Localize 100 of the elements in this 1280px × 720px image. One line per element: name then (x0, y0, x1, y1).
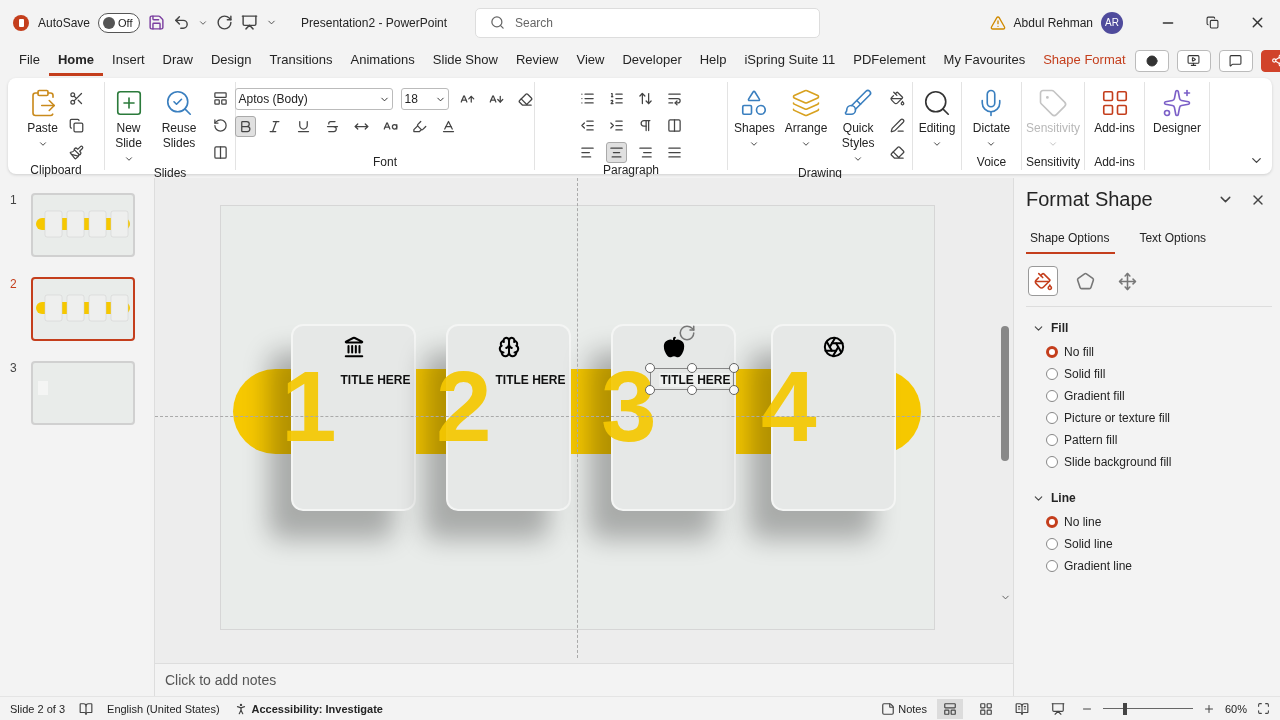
redo-icon[interactable] (216, 14, 234, 32)
radio-button[interactable] (1046, 560, 1058, 573)
designer-icon (1162, 88, 1192, 119)
slide-number: 3 (10, 361, 17, 376)
document-title: Presentation2 - PowerPoint (301, 15, 448, 30)
card-title[interactable]: TITLE HERE (659, 373, 732, 388)
accessibility-status[interactable]: Accessibility: Investigate (251, 702, 383, 715)
undo-icon[interactable] (173, 14, 191, 32)
group-label: Paragraph (602, 163, 659, 178)
menu-tab[interactable]: Review (506, 45, 568, 76)
rotate-handle-icon[interactable] (678, 324, 696, 343)
option-label[interactable]: No line (1064, 515, 1102, 530)
radio-button[interactable] (1046, 368, 1058, 381)
zoom-thumb[interactable] (1122, 702, 1127, 715)
font-name-field[interactable]: Aptos (Body) (234, 88, 393, 111)
group-label: Voice (976, 155, 1007, 170)
option-label[interactable]: No fill (1064, 345, 1094, 360)
comments-button[interactable] (1218, 49, 1253, 72)
section-title[interactable]: Fill (1051, 321, 1069, 336)
search-field[interactable]: Search (475, 7, 820, 38)
app-logo-icon (12, 13, 30, 32)
group-label: Font (373, 155, 397, 170)
option-label[interactable]: Pattern fill (1064, 433, 1118, 448)
bank-icon (342, 336, 365, 359)
save-icon[interactable] (148, 14, 166, 32)
paint-bucket-icon[interactable] (1028, 266, 1058, 297)
fit-slide-icon[interactable] (1257, 702, 1270, 716)
option-label[interactable]: Solid line (1064, 537, 1113, 552)
tag-icon (1038, 88, 1068, 119)
present-button[interactable] (1176, 49, 1211, 72)
option-label[interactable]: Slide background fill (1064, 455, 1172, 470)
head-icon (497, 336, 520, 359)
user-avatar[interactable]: AR (1101, 11, 1123, 34)
option-label[interactable]: Gradient line (1064, 559, 1133, 574)
align-center-icon[interactable] (606, 142, 627, 164)
option-label[interactable]: Gradient fill (1064, 389, 1125, 404)
menu-tab[interactable]: Slide Show (423, 45, 507, 76)
notes-icon[interactable] (881, 701, 896, 716)
menu-tab[interactable]: PDFelement (844, 45, 935, 76)
dictate-button[interactable]: Dictate (970, 86, 1013, 155)
user-name: Abdul Rehman (1013, 15, 1093, 30)
reuse-slides-button[interactable]: Reuse Slides (154, 86, 204, 167)
menu-tab[interactable]: Help (690, 45, 736, 76)
radio-button[interactable] (1046, 516, 1058, 529)
notes-button[interactable]: Notes (898, 702, 927, 715)
menu-tab[interactable]: View (567, 45, 614, 76)
new-slide-button[interactable]: New Slide (109, 86, 149, 167)
record-button[interactable] (1134, 49, 1169, 72)
font-size-field[interactable]: 18 (400, 88, 449, 111)
radio-button[interactable] (1046, 346, 1058, 359)
shapes-button[interactable]: Shapes (732, 86, 777, 167)
zoom-in-icon[interactable] (1202, 702, 1215, 715)
presentation-icon[interactable] (241, 14, 259, 32)
menu-tab[interactable]: Insert (103, 45, 154, 76)
menu-tab[interactable]: File (10, 45, 49, 76)
radio-button[interactable] (1046, 412, 1058, 425)
group-label: Slides (153, 166, 187, 181)
radio-button[interactable] (1046, 390, 1058, 403)
quick-styles-button[interactable]: Quick Styles (835, 86, 881, 167)
add-ins-button[interactable]: Add-ins (1092, 86, 1137, 155)
scrollbar-thumb[interactable] (1001, 326, 1009, 462)
comment-icon (1229, 54, 1243, 68)
pane-tab[interactable]: Text Options (1135, 227, 1213, 255)
paste-button[interactable]: Paste (25, 86, 60, 164)
card-title[interactable]: TITLE HERE (339, 373, 412, 388)
aperture-icon (822, 336, 845, 359)
menu-tab[interactable]: Developer (613, 45, 691, 76)
warning-icon[interactable] (989, 14, 1006, 31)
menu-tab[interactable]: Draw (153, 45, 202, 76)
menu-tab[interactable]: Home (48, 45, 104, 76)
pane-tab[interactable]: Shape Options (1026, 227, 1116, 255)
option-label[interactable]: Picture or texture fill (1064, 411, 1171, 426)
card-title[interactable]: TITLE HERE (494, 373, 567, 388)
normal-view-icon[interactable] (936, 698, 963, 719)
autosave-toggle[interactable]: Off (98, 12, 141, 33)
section-title[interactable]: Line (1051, 491, 1076, 506)
bold-icon[interactable] (234, 116, 256, 138)
menu-tab[interactable]: Shape Format (1034, 45, 1135, 76)
menu-tab[interactable]: Animations (341, 45, 424, 76)
apple-icon (662, 336, 685, 359)
book-icon[interactable] (79, 701, 94, 716)
menu-tab[interactable]: iSpring Suite 11 (735, 45, 845, 76)
menu-tab[interactable]: Transitions (260, 45, 342, 76)
slide-thumbnail[interactable] (30, 277, 135, 342)
autosave-label: AutoSave (38, 15, 91, 30)
arrange-button[interactable]: Arrange (782, 86, 830, 167)
slide-number: 2 (10, 277, 17, 292)
zoom-level[interactable]: 60% (1224, 702, 1247, 715)
menu-tab[interactable]: My Favourites (934, 45, 1035, 76)
radio-button[interactable] (1046, 434, 1058, 447)
editing-button[interactable]: Editing (916, 86, 958, 155)
option-label[interactable]: Solid fill (1064, 367, 1106, 382)
radio-button[interactable] (1046, 538, 1058, 551)
language-label[interactable]: English (United States) (107, 702, 220, 715)
radio-button[interactable] (1046, 456, 1058, 469)
monitor-icon (1187, 54, 1201, 68)
group-label: Drawing (798, 166, 842, 181)
designer-button[interactable]: Designer (1151, 86, 1203, 155)
notes-placeholder[interactable]: Click to add notes (165, 672, 277, 689)
menu-tab[interactable]: Design (201, 45, 261, 76)
